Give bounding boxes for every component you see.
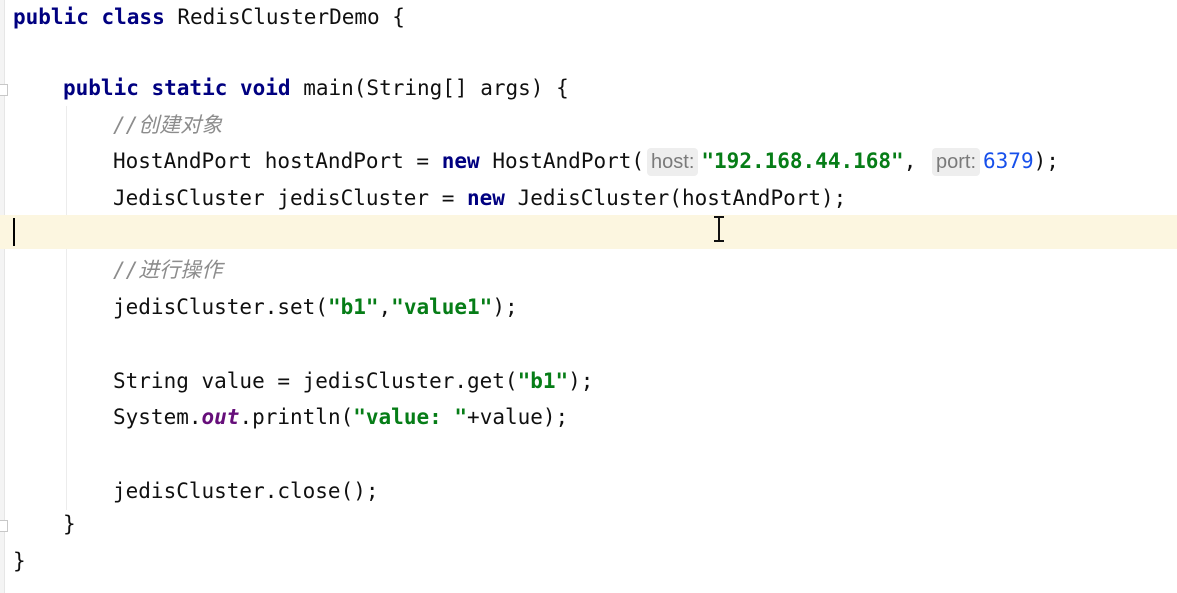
code-token: JedisCluster(hostAndPort); xyxy=(517,186,847,210)
code-token: RedisClusterDemo { xyxy=(177,5,405,29)
code-line-get-line[interactable]: String value = jedisCluster.get("b1"); xyxy=(0,364,1177,398)
parameter-hint: port: xyxy=(931,148,981,176)
code-token: jedisCluster.set( xyxy=(113,295,328,319)
code-line-comment-ops[interactable]: //进行操作 xyxy=(0,253,1177,287)
code-token: HostAndPort hostAndPort = xyxy=(113,149,442,173)
string-literal: "b1" xyxy=(517,369,569,393)
code-token: String value = jedisCluster.get( xyxy=(113,369,518,393)
string-literal: "b1" xyxy=(327,295,379,319)
string-literal: "value1" xyxy=(391,295,493,319)
code-token: ); xyxy=(492,295,518,319)
code-text: public class RedisClusterDemo { xyxy=(13,0,405,34)
code-token: } xyxy=(63,512,76,536)
code-token: +value); xyxy=(467,405,569,429)
comment-token: //进行操作 xyxy=(113,258,223,282)
code-text: String value = jedisCluster.get("b1"); xyxy=(113,364,593,398)
code-line-blank-2[interactable] xyxy=(0,327,1177,361)
code-text: jedisCluster.set("b1","value1"); xyxy=(113,290,518,324)
string-literal: "192.168.44.168" xyxy=(701,149,904,173)
code-text: jedisCluster.close(); xyxy=(113,474,379,508)
keyword-token: new xyxy=(441,149,493,173)
code-token: , xyxy=(378,295,392,319)
code-text: //创建对象 xyxy=(113,108,222,142)
code-token: ); xyxy=(568,369,594,393)
code-token: } xyxy=(13,549,26,573)
code-editor[interactable]: public class RedisClusterDemo { public st… xyxy=(0,0,1177,593)
code-line-close-line[interactable]: jedisCluster.close(); xyxy=(0,474,1177,508)
code-line-println-line[interactable]: System.out.println("value: "+value); xyxy=(0,400,1177,434)
code-text: JedisCluster jedisCluster = new JedisClu… xyxy=(113,181,846,215)
code-text: //进行操作 xyxy=(113,253,222,287)
code-token: jedisCluster.close(); xyxy=(113,479,379,503)
code-line-blank-3[interactable] xyxy=(0,437,1177,471)
code-line-hostandport-line[interactable]: HostAndPort hostAndPort = new HostAndPor… xyxy=(0,144,1177,178)
code-token: JedisCluster jedisCluster = xyxy=(113,186,468,210)
code-token: , xyxy=(903,149,929,173)
static-field-token: out xyxy=(201,405,240,429)
keyword-token: new xyxy=(467,186,518,210)
code-line-comment-create[interactable]: //创建对象 xyxy=(0,108,1177,142)
code-token: main(String[] args) { xyxy=(303,76,569,100)
code-token: .println( xyxy=(239,405,354,429)
parameter-hint: host: xyxy=(647,148,699,176)
code-line-main-decl[interactable]: public static void main(String[] args) { xyxy=(0,71,1177,105)
text-cursor xyxy=(13,218,15,246)
code-text: } xyxy=(13,544,26,578)
code-text: public static void main(String[] args) { xyxy=(63,71,569,105)
code-line-blank-1[interactable] xyxy=(0,38,1177,72)
code-text: HostAndPort hostAndPort = new HostAndPor… xyxy=(113,144,1059,178)
code-line-main-close[interactable]: } xyxy=(0,507,1177,541)
string-literal: "value: " xyxy=(353,405,468,429)
code-token: HostAndPort( xyxy=(492,149,645,173)
code-line-class-decl[interactable]: public class RedisClusterDemo { xyxy=(0,0,1177,34)
code-line-class-close[interactable]: } xyxy=(0,544,1177,578)
keyword-token: public class xyxy=(13,5,178,29)
code-token: System. xyxy=(113,405,202,429)
code-line-jediscluster-line[interactable]: JedisCluster jedisCluster = new JedisClu… xyxy=(0,181,1177,215)
code-text: } xyxy=(63,507,76,541)
comment-token: //创建对象 xyxy=(113,113,223,137)
code-line-set-line[interactable]: jedisCluster.set("b1","value1"); xyxy=(0,290,1177,324)
code-text: System.out.println("value: "+value); xyxy=(113,400,568,434)
code-line-caret-line[interactable] xyxy=(0,215,1177,249)
mouse-ibeam-cursor-icon xyxy=(714,216,724,242)
number-literal: 6379 xyxy=(983,149,1034,173)
code-token: ); xyxy=(1033,149,1059,173)
keyword-token: public static void xyxy=(63,76,304,100)
